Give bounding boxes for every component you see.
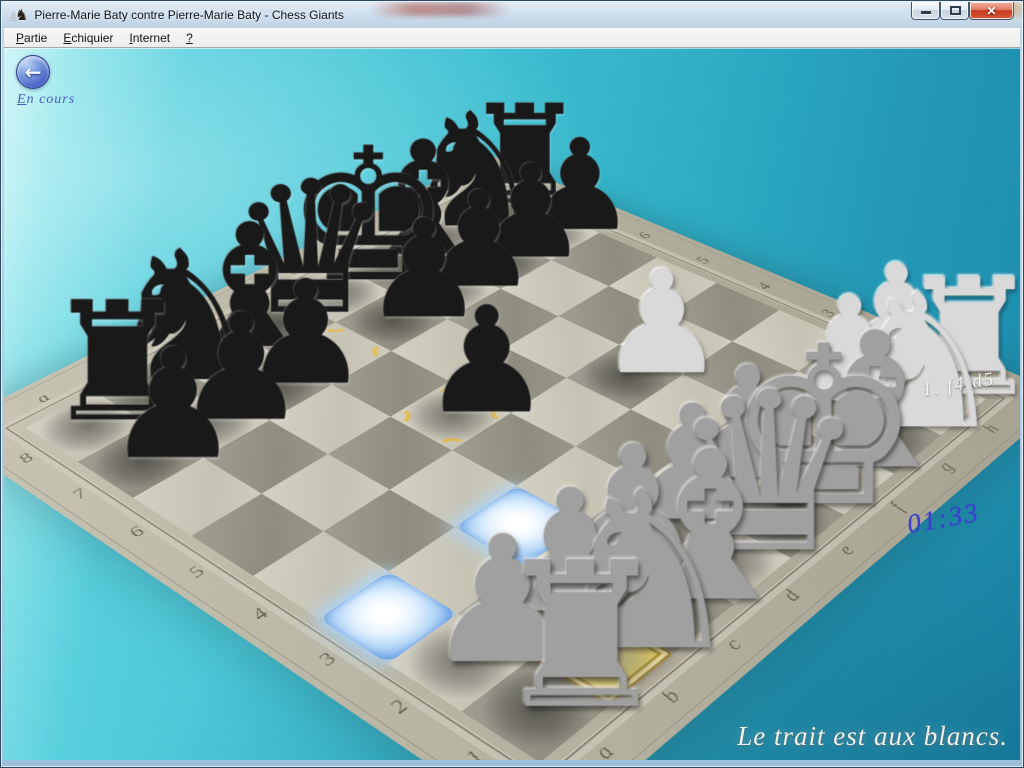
chess-board: aa11bb22cc33dd44ee55ff66gg77hh88♜♞♝♛♚♝♞♜… xyxy=(4,155,1020,760)
black-pawn-glyph: ♟ xyxy=(105,329,241,481)
black-pawn-glyph: ♟ xyxy=(421,287,552,433)
maximize-button[interactable] xyxy=(940,2,969,20)
glass-reflection xyxy=(370,2,510,16)
back-arrow-icon: ← xyxy=(17,60,49,84)
chess-giants-window: ♙♞ Pierre-Marie Baty contre Pierre-Marie… xyxy=(0,0,1024,768)
title-bar[interactable]: ♙♞ Pierre-Marie Baty contre Pierre-Marie… xyxy=(2,2,1022,28)
board-scene: aa11bb22cc33dd44ee55ff66gg77hh88♜♞♝♛♚♝♞♜… xyxy=(4,48,1020,760)
maximize-icon xyxy=(950,6,961,15)
white-rook-glyph: ♜ xyxy=(491,537,671,737)
menu-item-help[interactable]: ? xyxy=(178,29,201,47)
back-button[interactable]: ← xyxy=(16,55,50,89)
menu-item-echiquier[interactable]: Echiquier xyxy=(55,29,121,47)
window-controls: ✕ xyxy=(911,2,1014,20)
rank-label-left-4: 4 xyxy=(245,604,275,624)
minimize-button[interactable] xyxy=(911,2,940,20)
menu-item-partie[interactable]: Partie xyxy=(8,29,55,47)
rank-label-left-7: 7 xyxy=(66,486,92,503)
rank-label-left-6: 6 xyxy=(122,523,149,540)
rank-label-left-3: 3 xyxy=(311,648,342,669)
close-button[interactable]: ✕ xyxy=(969,2,1014,20)
rank-label-left-8: 8 xyxy=(13,450,39,466)
window-title: Pierre-Marie Baty contre Pierre-Marie Ba… xyxy=(34,8,343,22)
file-label-near-a: a xyxy=(587,740,621,760)
minimize-icon xyxy=(921,11,931,14)
turn-status-text: Le trait est aux blancs. xyxy=(737,721,1008,752)
game-area: aa11bb22cc33dd44ee55ff66gg77hh88♜♞♝♛♚♝♞♜… xyxy=(4,48,1020,760)
rank-label-left-5: 5 xyxy=(182,562,210,580)
rank-label-left-2: 2 xyxy=(382,695,414,717)
menu-item-internet[interactable]: Internet xyxy=(121,29,178,47)
close-icon: ✕ xyxy=(970,4,1013,18)
app-icon: ♙♞ xyxy=(9,8,28,23)
rank-label-left-1: 1 xyxy=(458,745,492,760)
menu-bar: PartieEchiquierInternet? xyxy=(4,28,1020,48)
rank-label-right-4: 4 xyxy=(751,280,776,292)
game-state-label[interactable]: En cours xyxy=(17,92,75,108)
